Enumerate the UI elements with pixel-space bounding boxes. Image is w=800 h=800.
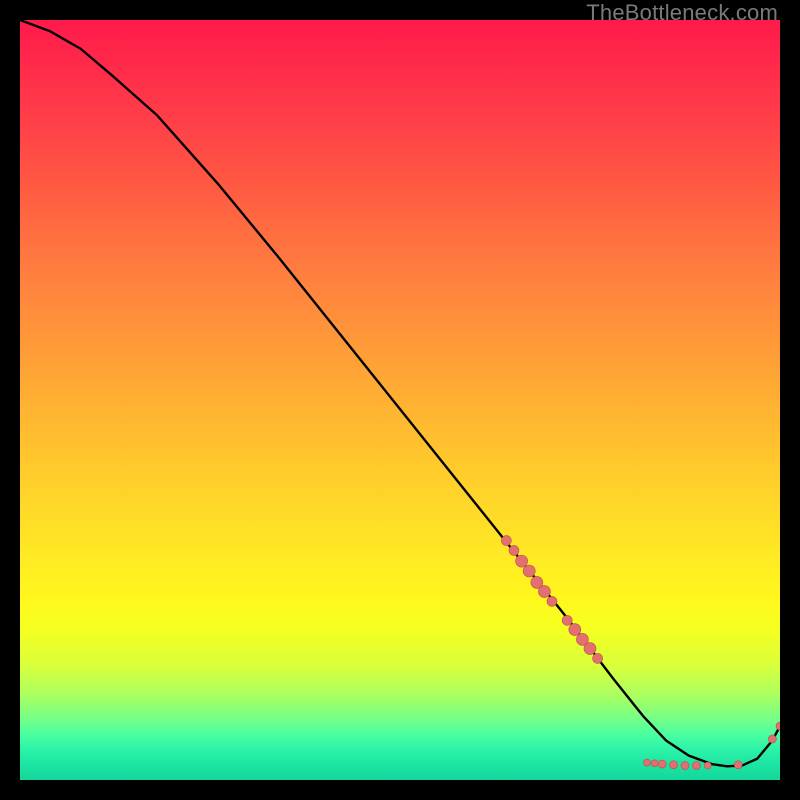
curve-layer <box>20 20 780 780</box>
data-dot <box>562 615 572 625</box>
data-dot <box>584 643 596 655</box>
data-dot <box>501 536 511 546</box>
bottleneck-curve <box>20 20 780 766</box>
data-dot <box>593 653 603 663</box>
data-dot <box>704 762 711 769</box>
data-dot <box>531 576 543 588</box>
data-dot <box>547 596 557 606</box>
data-dot <box>692 762 700 770</box>
data-dot <box>681 762 689 770</box>
data-dot <box>576 633 588 645</box>
dots-layer <box>20 20 780 780</box>
chart-stage: TheBottleneck.com <box>0 0 800 800</box>
data-dot <box>734 761 742 769</box>
data-dot <box>644 759 651 766</box>
data-dot <box>658 760 666 768</box>
data-dot <box>538 586 550 598</box>
data-dot <box>651 760 658 767</box>
data-dot <box>516 555 528 567</box>
data-dot <box>569 624 581 636</box>
plot-area <box>20 20 780 780</box>
data-dot <box>509 545 519 555</box>
data-dot <box>670 761 678 769</box>
data-dot <box>523 565 535 577</box>
data-dot <box>776 722 780 730</box>
data-dot <box>768 735 776 743</box>
